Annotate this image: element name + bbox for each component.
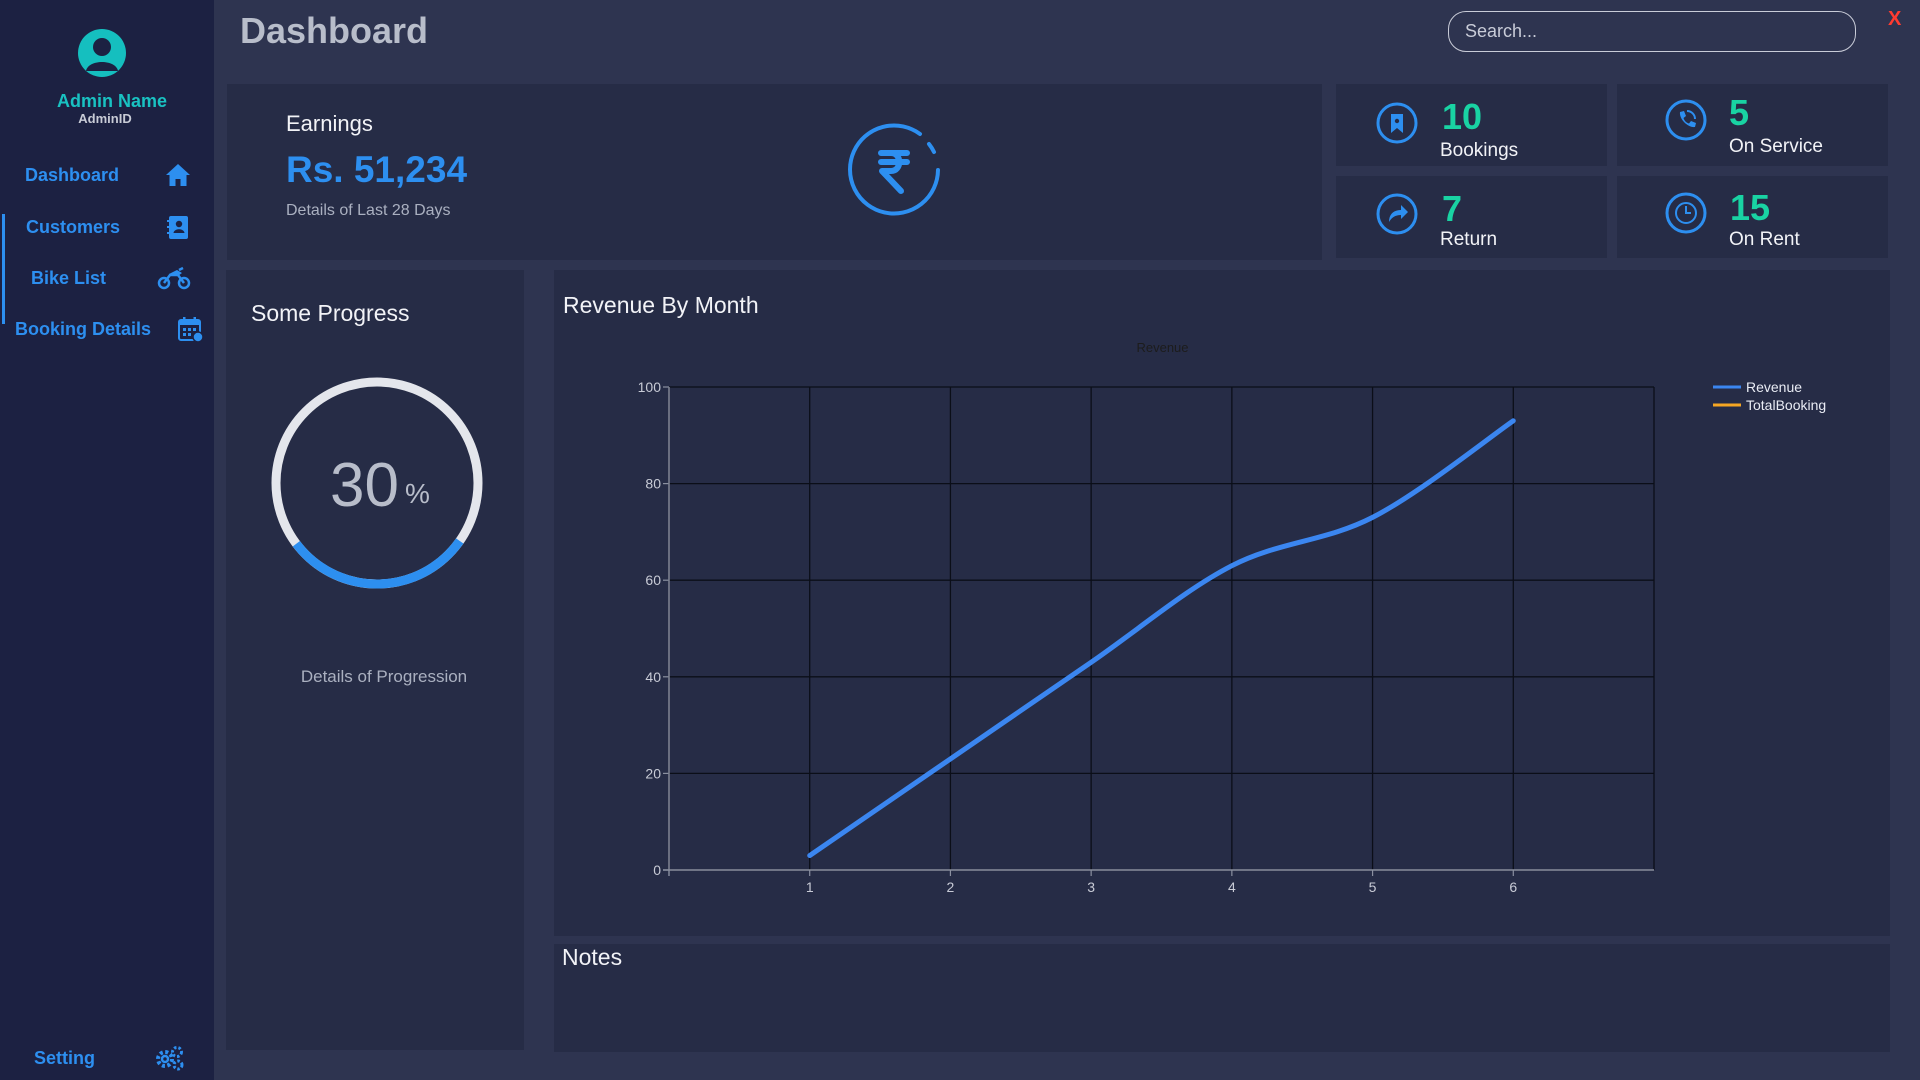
chart-title: Revenue [1136,340,1188,355]
stat-value-on-rent: 15 [1730,187,1771,228]
share-arrow-icon [1374,191,1420,237]
stat-label-on-service: On Service [1729,136,1823,157]
nav-label-bike-list: Bike List [31,267,107,288]
legend-label-totalbooking: TotalBooking [1746,397,1826,413]
nav-item-setting[interactable]: Setting [0,1036,214,1080]
phone-icon [1663,97,1709,143]
search-input[interactable] [1448,11,1856,52]
y-tick-label: 20 [645,765,661,781]
legend-label-revenue: Revenue [1746,379,1802,395]
nav-label-dashboard: Dashboard [25,164,120,185]
clock-icon [1663,190,1709,236]
stat-label-on-rent: On Rent [1729,229,1800,250]
earnings-amount: Rs. 51,234 [286,149,468,190]
y-tick-label: 80 [645,476,661,492]
earnings-title: Earnings [286,111,373,136]
address-book-icon [164,213,192,241]
stat-label-return: Return [1440,229,1498,250]
nav-label-booking-details: Booking Details [15,318,152,339]
progress-title: Some Progress [251,300,410,326]
page-title: Dashboard [240,10,429,51]
nav-item-booking-details[interactable]: Booking Details [0,307,214,351]
stat-value-bookings: 10 [1442,96,1483,137]
x-tick-label: 5 [1369,879,1377,895]
home-icon [164,161,192,189]
notes-panel [554,944,1890,1052]
rupee-icon [846,122,942,218]
progress-value: 30 [330,451,399,520]
gears-icon [154,1044,186,1072]
stat-value-return: 7 [1442,188,1463,229]
notes-title: Notes [562,944,623,970]
stat-value-on-service: 5 [1729,92,1750,133]
x-tick-label: 1 [806,879,814,895]
x-tick-label: 4 [1228,879,1236,895]
y-tick-label: 40 [645,669,661,685]
setting-label: Setting [34,1047,95,1068]
user-avatar-icon[interactable] [78,29,126,77]
x-tick-label: 2 [947,879,955,895]
x-tick-label: 3 [1087,879,1095,895]
calendar-icon [176,315,204,343]
x-tick-label: 6 [1509,879,1517,895]
y-tick-label: 60 [645,572,661,588]
nav-item-dashboard[interactable]: Dashboard [0,153,214,197]
y-tick-label: 0 [653,862,661,878]
revenue-panel-title: Revenue By Month [563,292,759,318]
progress-unit: % [405,478,430,509]
nav-label-customers: Customers [26,216,121,237]
y-tick-label: 100 [638,379,662,395]
close-button[interactable]: X [1888,8,1901,31]
nav-item-customers[interactable]: Customers [0,205,214,249]
motorcycle-icon [157,264,191,292]
revenue-chart: Revenue 0 20 40 60 80 100 1 2 3 4 5 6 Revenue TotalBoo… [638,340,1827,895]
earnings-detail: Details of Last 28 Days [286,202,451,219]
sidebar: Admin Name AdminID Dashboard Customers B… [0,0,214,1080]
progress-detail: Details of Progression [300,667,468,686]
stat-label-bookings: Bookings [1440,140,1519,161]
admin-id: AdminID [78,111,132,126]
nav-item-bike-list[interactable]: Bike List [0,256,214,300]
bookmark-icon [1374,100,1420,146]
admin-name: Admin Name [56,91,168,111]
series-line-revenue [807,418,1516,859]
